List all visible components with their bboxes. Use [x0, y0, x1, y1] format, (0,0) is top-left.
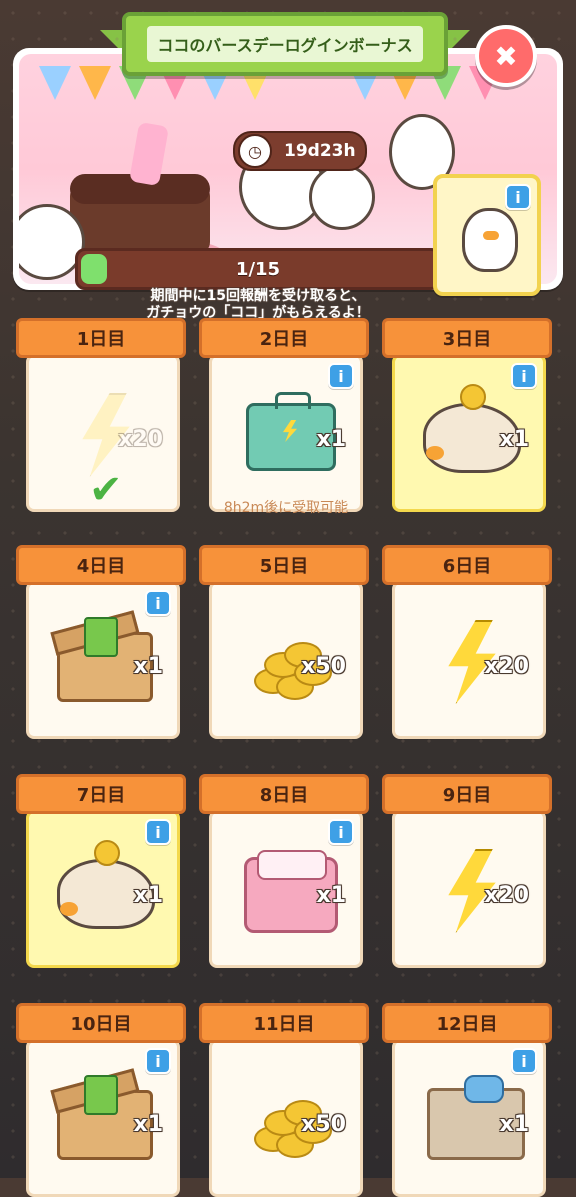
timer-text: 19d23h [284, 141, 356, 161]
day-label: 1日目 [16, 318, 186, 358]
reward-panel[interactable]: x1 i [209, 810, 363, 968]
day-label: 2日目 [199, 318, 369, 358]
title-ribbon: ココのバースデーログインボーナス [122, 12, 448, 76]
day-card[interactable]: x1 i 12日目 [382, 1003, 552, 1197]
day-label: 9日目 [382, 774, 552, 814]
day-card[interactable]: x1 i 10日目 [16, 1003, 186, 1197]
reward-panel[interactable]: x1 i [26, 1039, 180, 1197]
reward-panel[interactable]: x1 i [26, 581, 180, 739]
reward-quantity: x50 [301, 1112, 346, 1137]
progress-text: 1/15 [235, 258, 281, 280]
reward-panel[interactable]: x20 ✔ [26, 354, 180, 513]
day-label: 10日目 [16, 1003, 186, 1043]
reward-quantity: x20 [484, 883, 529, 908]
day-card[interactable]: x20 6日目 [382, 545, 552, 739]
day-label: 12日目 [382, 1003, 552, 1043]
info-icon[interactable]: i [511, 1048, 537, 1074]
birthday-cake-icon [52, 121, 227, 276]
reward-panel[interactable]: x20 [392, 581, 546, 739]
reward-quantity: x1 [133, 1112, 164, 1137]
reward-quantity: x1 [316, 427, 347, 452]
reward-panel[interactable]: x1 i 8h2m後に受取可能 [209, 354, 363, 516]
day-label: 3日目 [382, 318, 552, 358]
clock-icon: ◷ [238, 134, 272, 168]
day-label: 11日目 [199, 1003, 369, 1043]
day-card[interactable]: x1 i 4日目 [16, 545, 186, 739]
day-card[interactable]: x50 5日目 [199, 545, 369, 739]
reward-quantity: x20 [484, 654, 529, 679]
info-icon[interactable]: i [145, 590, 171, 616]
close-button[interactable]: ✖ [475, 25, 537, 87]
day-card[interactable]: x1 i 8日目 [199, 774, 369, 968]
checkmark-icon: ✔ [89, 467, 123, 513]
duck-character-icon [309, 164, 375, 230]
day-card[interactable]: x20 9日目 [382, 774, 552, 968]
event-timer: ◷ 19d23h [233, 131, 367, 171]
reward-quantity: x1 [499, 427, 530, 452]
day-label: 5日目 [199, 545, 369, 585]
day-label: 8日目 [199, 774, 369, 814]
info-icon[interactable]: i [328, 819, 354, 845]
reward-quantity: x50 [301, 654, 346, 679]
day-card[interactable]: x1 i 7日目 [16, 774, 186, 968]
day-card[interactable]: x20 ✔ 1日目 [16, 318, 186, 513]
reward-panel[interactable]: x20 [392, 810, 546, 968]
day-card[interactable]: x1 i 8h2m後に受取可能 2日目 [199, 318, 369, 516]
progress-bar: 1/15 [75, 248, 441, 290]
reward-panel[interactable]: x1 i [392, 354, 546, 512]
reward-quantity: x20 [118, 427, 163, 452]
reward-panel[interactable]: x1 i [26, 810, 180, 968]
reward-quantity: x1 [316, 883, 347, 908]
day-card[interactable]: x1 i 3日目 [382, 318, 552, 512]
reward-quantity: x1 [133, 654, 164, 679]
reward-panel[interactable]: x50 [209, 581, 363, 739]
coco-duck-icon [462, 208, 518, 272]
claim-status: 8h2m後に受取可能 [223, 500, 349, 516]
info-icon[interactable]: i [145, 1048, 171, 1074]
reward-panel[interactable]: x50 [209, 1039, 363, 1197]
reward-preview-card[interactable]: i [433, 174, 541, 296]
day-label: 4日目 [16, 545, 186, 585]
info-icon[interactable]: i [328, 363, 354, 389]
reward-panel[interactable]: x1 i [392, 1039, 546, 1197]
event-banner: ◷ 19d23h 1/15 期間中に15回報酬を受け取ると、 ガチョウの「ココ」… [13, 48, 563, 321]
info-icon[interactable]: i [511, 363, 537, 389]
info-icon[interactable]: i [145, 819, 171, 845]
info-icon[interactable]: i [505, 184, 531, 210]
reward-quantity: x1 [499, 1112, 530, 1137]
page-title: ココのバースデーログインボーナス [147, 26, 423, 62]
day-label: 7日目 [16, 774, 186, 814]
day-label: 6日目 [382, 545, 552, 585]
reward-quantity: x1 [133, 883, 164, 908]
event-description: 期間中に15回報酬を受け取ると、 ガチョウの「ココ」がもらえるよ！ [146, 288, 370, 321]
day-card[interactable]: x50 11日目 [199, 1003, 369, 1197]
